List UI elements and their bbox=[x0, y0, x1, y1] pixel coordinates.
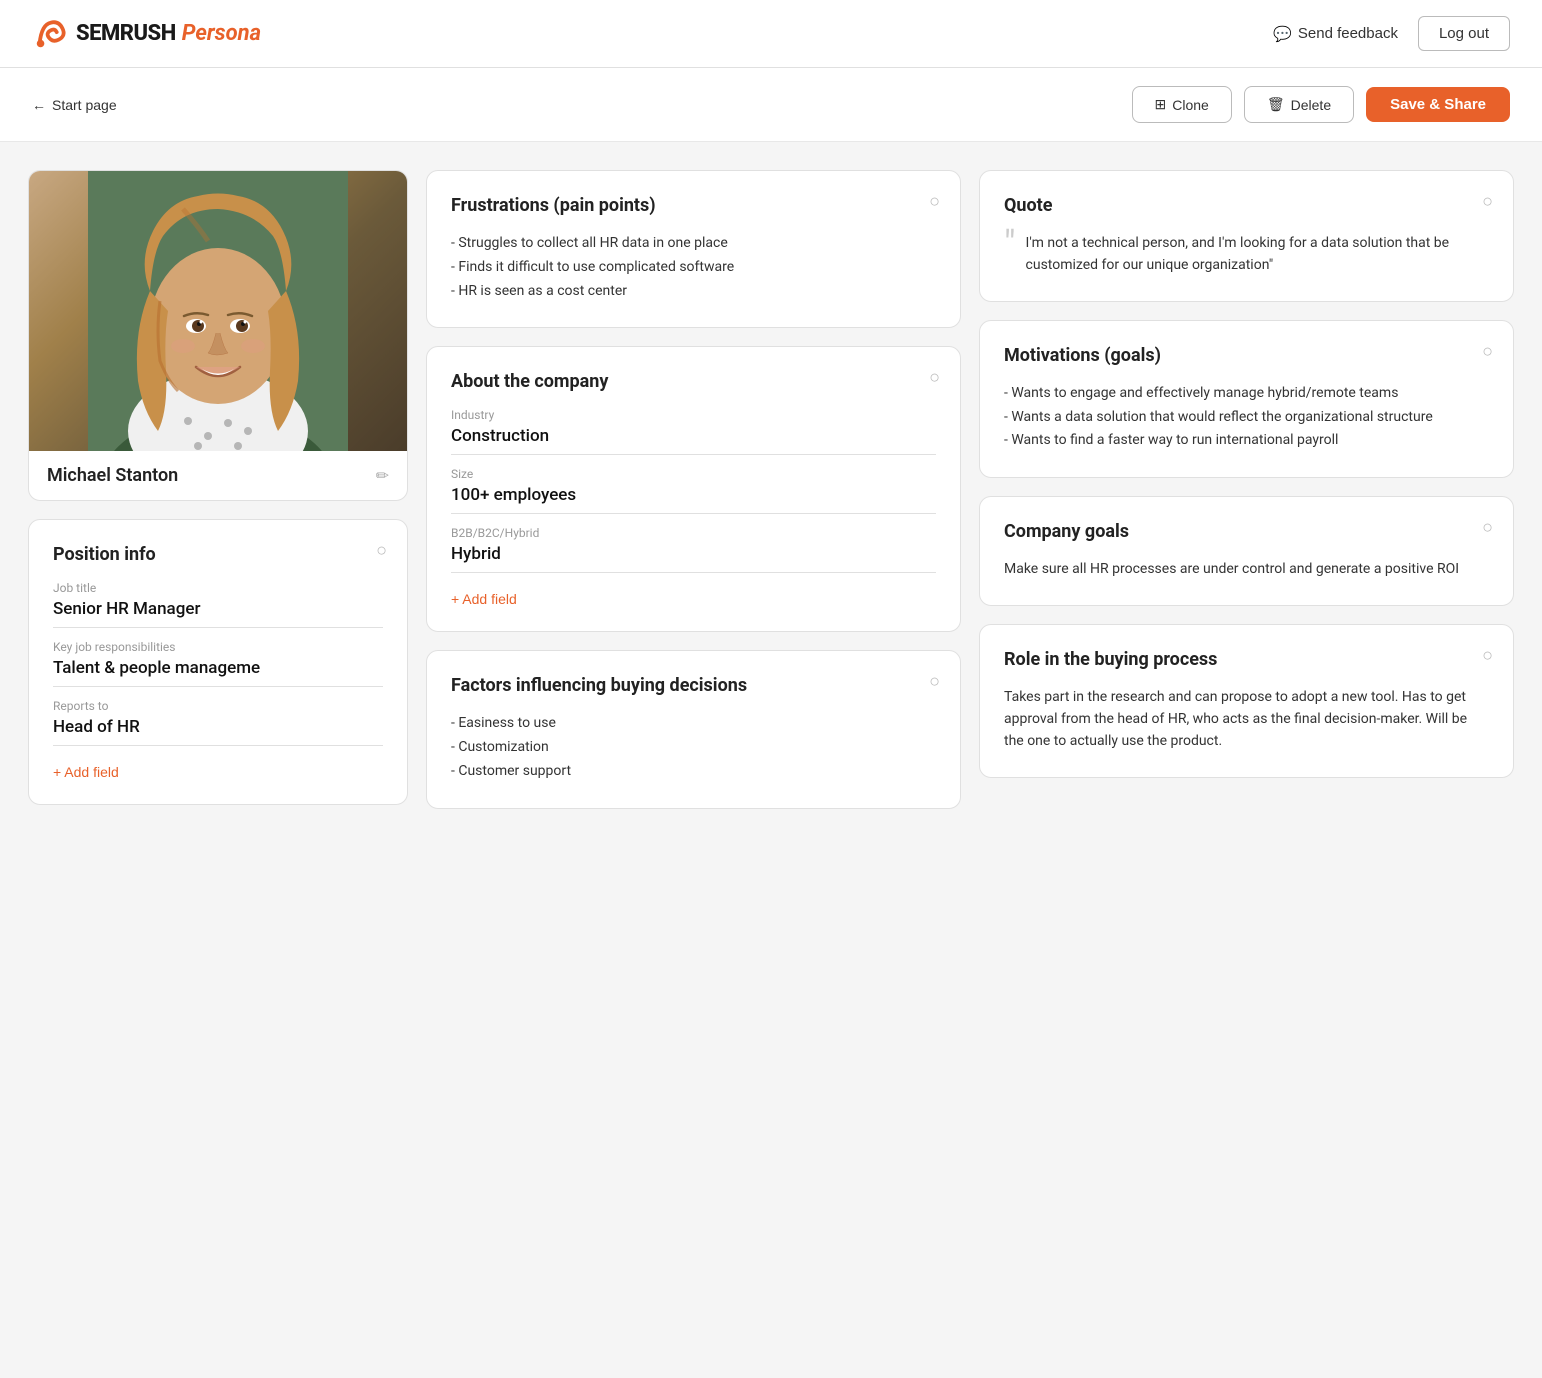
header-right: 💬 Send feedback Log out bbox=[1273, 16, 1510, 51]
motivation-item-2: - Wants a data solution that would refle… bbox=[1004, 409, 1433, 425]
quote-card: ○ Quote " I'm not a technical person, an… bbox=[979, 170, 1514, 302]
save-share-button[interactable]: Save & Share bbox=[1366, 87, 1510, 122]
logo-semrush-text: SEMRUSH bbox=[76, 21, 176, 46]
frustration-item-1: - Struggles to collect all HR data in on… bbox=[451, 235, 728, 251]
hint-icon-position: ○ bbox=[376, 540, 387, 561]
middle-column: ○ Frustrations (pain points) - Struggles… bbox=[426, 170, 961, 809]
position-add-field-button[interactable]: + Add field bbox=[53, 764, 119, 780]
trash-icon: 🗑 bbox=[1267, 96, 1285, 113]
hint-icon-frustrations: ○ bbox=[929, 191, 940, 212]
send-feedback-label: Send feedback bbox=[1298, 25, 1398, 42]
clone-label: Clone bbox=[1172, 97, 1209, 113]
toolbar-actions: ⊞ Clone 🗑 Delete Save & Share bbox=[1132, 86, 1510, 123]
toolbar: ← Start page ⊞ Clone 🗑 Delete Save & Sha… bbox=[0, 68, 1542, 142]
left-column: Michael Stanton ✏ ○ Position info Job ti… bbox=[28, 170, 408, 805]
motivations-card: ○ Motivations (goals) - Wants to engage … bbox=[979, 320, 1514, 478]
frustrations-title: Frustrations (pain points) bbox=[451, 195, 936, 216]
header: SEMRUSH Persona 💬 Send feedback Log out bbox=[0, 0, 1542, 68]
quote-title: Quote bbox=[1004, 195, 1489, 216]
reports-to-value: Head of HR bbox=[53, 717, 383, 746]
delete-label: Delete bbox=[1291, 97, 1331, 113]
factor-item-3: - Customer support bbox=[451, 763, 571, 779]
frustration-item-2: - Finds it difficult to use complicated … bbox=[451, 259, 734, 275]
quote-mark-icon: " bbox=[1004, 226, 1016, 262]
about-company-title: About the company bbox=[451, 371, 936, 392]
hint-icon-factors: ○ bbox=[929, 671, 940, 692]
arrow-left-icon: ← bbox=[32, 97, 46, 113]
motivations-text: - Wants to engage and effectively manage… bbox=[1004, 382, 1489, 453]
hint-icon-role: ○ bbox=[1482, 645, 1493, 666]
b2b-value: Hybrid bbox=[451, 544, 936, 573]
reports-to-label: Reports to bbox=[53, 699, 383, 713]
main-content: Michael Stanton ✏ ○ Position info Job ti… bbox=[0, 142, 1542, 837]
factor-item-1: - Easiness to use bbox=[451, 715, 556, 731]
hint-icon-motivations: ○ bbox=[1482, 341, 1493, 362]
responsibilities-value: Talent & people manageme bbox=[53, 658, 383, 687]
profile-name-row: Michael Stanton ✏ bbox=[29, 451, 407, 500]
b2b-label: B2B/B2C/Hybrid bbox=[451, 526, 936, 540]
job-title-label: Job title bbox=[53, 581, 383, 595]
company-goals-title: Company goals bbox=[1004, 521, 1489, 542]
size-label: Size bbox=[451, 467, 936, 481]
start-page-button[interactable]: ← Start page bbox=[32, 97, 117, 113]
role-card: ○ Role in the buying process Takes part … bbox=[979, 624, 1514, 778]
quote-text: I'm not a technical person, and I'm look… bbox=[1026, 232, 1489, 277]
factors-text: - Easiness to use - Customization - Cust… bbox=[451, 712, 936, 783]
job-title-value: Senior HR Manager bbox=[53, 599, 383, 628]
frustrations-card: ○ Frustrations (pain points) - Struggles… bbox=[426, 170, 961, 328]
profile-image bbox=[29, 171, 407, 451]
right-column: ○ Quote " I'm not a technical person, an… bbox=[979, 170, 1514, 778]
logout-button[interactable]: Log out bbox=[1418, 16, 1510, 51]
motivation-item-3: - Wants to find a faster way to run inte… bbox=[1004, 432, 1338, 448]
industry-value: Construction bbox=[451, 426, 936, 455]
profile-card: Michael Stanton ✏ bbox=[28, 170, 408, 501]
industry-label: Industry bbox=[451, 408, 936, 422]
factor-item-2: - Customization bbox=[451, 739, 549, 755]
motivation-item-1: - Wants to engage and effectively manage… bbox=[1004, 385, 1398, 401]
motivations-title: Motivations (goals) bbox=[1004, 345, 1489, 366]
delete-button[interactable]: 🗑 Delete bbox=[1244, 86, 1354, 123]
company-goals-card: ○ Company goals Make sure all HR process… bbox=[979, 496, 1514, 605]
logo-persona-text: Persona bbox=[182, 21, 261, 46]
profile-name: Michael Stanton bbox=[47, 465, 178, 486]
send-feedback-button[interactable]: 💬 Send feedback bbox=[1273, 25, 1398, 43]
clone-button[interactable]: ⊞ Clone bbox=[1132, 86, 1232, 123]
size-value: 100+ employees bbox=[451, 485, 936, 514]
profile-portrait-svg bbox=[88, 171, 348, 451]
quote-container: " I'm not a technical person, and I'm lo… bbox=[1004, 232, 1489, 277]
semrush-logo-icon bbox=[32, 15, 70, 53]
frustration-item-3: - HR is seen as a cost center bbox=[451, 283, 627, 299]
position-info-title: Position info bbox=[53, 544, 383, 565]
hint-icon-company-goals: ○ bbox=[1482, 517, 1493, 538]
position-fields: Job title Senior HR Manager Key job resp… bbox=[53, 581, 383, 746]
hint-icon-about: ○ bbox=[929, 367, 940, 388]
factors-card: ○ Factors influencing buying decisions -… bbox=[426, 650, 961, 808]
hint-icon-quote: ○ bbox=[1482, 191, 1493, 212]
chat-icon: 💬 bbox=[1273, 25, 1292, 43]
company-goals-text: Make sure all HR processes are under con… bbox=[1004, 558, 1489, 580]
position-info-card: ○ Position info Job title Senior HR Mana… bbox=[28, 519, 408, 805]
about-company-card: ○ About the company Industry Constructio… bbox=[426, 346, 961, 632]
start-page-label: Start page bbox=[52, 97, 117, 113]
role-text: Takes part in the research and can propo… bbox=[1004, 686, 1489, 753]
frustrations-text: - Struggles to collect all HR data in on… bbox=[451, 232, 936, 303]
clone-icon: ⊞ bbox=[1155, 96, 1167, 113]
logo: SEMRUSH Persona bbox=[32, 15, 261, 53]
responsibilities-label: Key job responsibilities bbox=[53, 640, 383, 654]
pencil-icon[interactable]: ✏ bbox=[376, 466, 389, 485]
factors-title: Factors influencing buying decisions bbox=[451, 675, 936, 696]
about-add-field-button[interactable]: + Add field bbox=[451, 591, 517, 607]
role-title: Role in the buying process bbox=[1004, 649, 1489, 670]
about-company-fields: Industry Construction Size 100+ employee… bbox=[451, 408, 936, 573]
